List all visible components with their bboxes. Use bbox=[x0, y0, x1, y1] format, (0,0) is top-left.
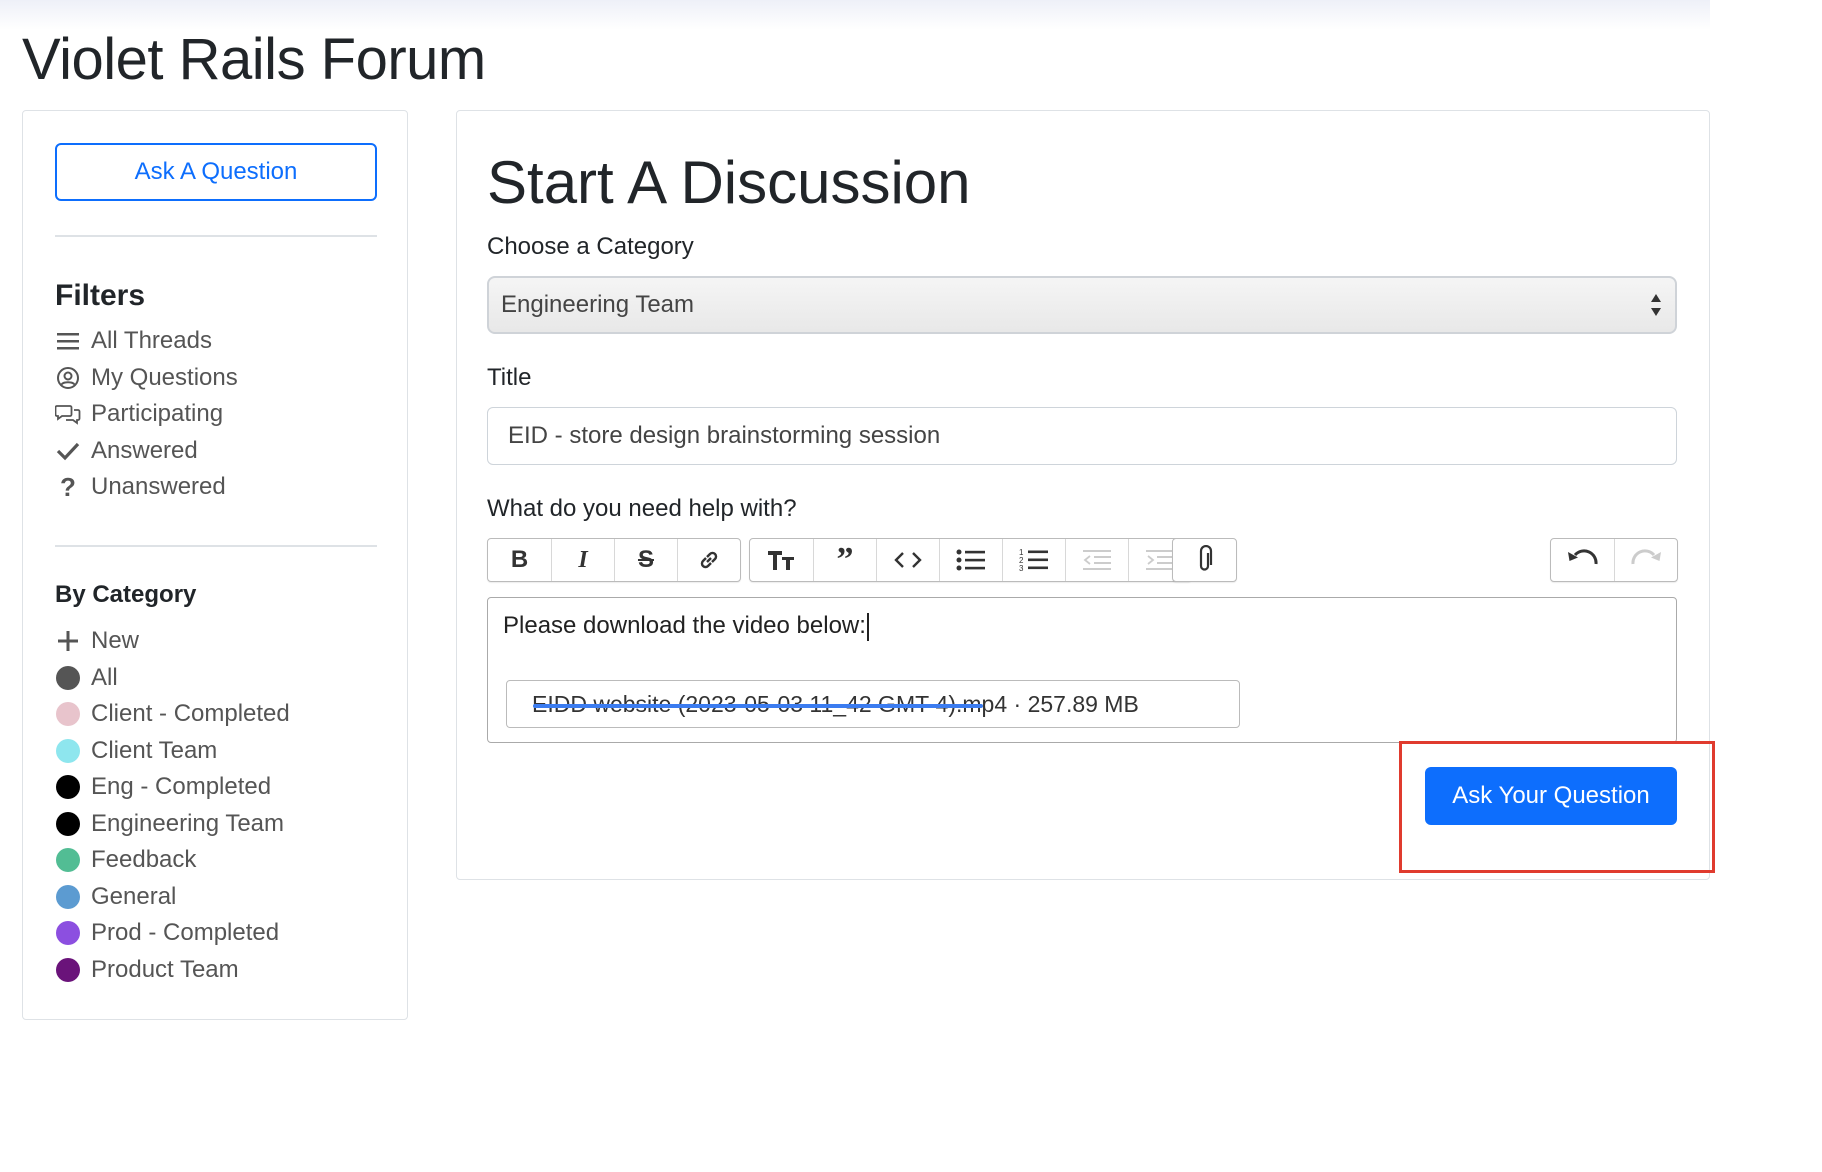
category-label: Product Team bbox=[91, 955, 239, 983]
body-label: What do you need help with? bbox=[487, 495, 797, 522]
forum-title: Violet Rails Forum bbox=[22, 27, 486, 92]
category-label: Feedback bbox=[91, 846, 197, 874]
italic-icon[interactable]: I bbox=[551, 539, 614, 581]
select-arrows-icon bbox=[1651, 294, 1661, 316]
divider bbox=[55, 235, 377, 237]
filter-all-threads[interactable]: All Threads bbox=[55, 323, 238, 360]
category-dot-icon bbox=[56, 957, 80, 982]
discussion-form-card: Start A Discussion Choose a Category Eng… bbox=[456, 110, 1710, 880]
category-dot-icon bbox=[56, 811, 80, 836]
attachment-chip[interactable]: EIDD website (2023-05-03 11_42 GMT-4).mp… bbox=[506, 680, 1240, 728]
filter-label: My Questions bbox=[91, 363, 238, 391]
category-label: Client Team bbox=[91, 736, 218, 764]
link-icon[interactable] bbox=[677, 539, 740, 581]
attach-icon[interactable] bbox=[1173, 539, 1236, 581]
undo-icon[interactable] bbox=[1551, 539, 1614, 581]
strikethrough-icon[interactable]: S bbox=[614, 539, 677, 581]
heading-icon[interactable] bbox=[750, 539, 813, 581]
ask-your-question-button[interactable]: Ask Your Question bbox=[1425, 767, 1677, 825]
category-dot-icon bbox=[56, 884, 80, 909]
category-dot-icon bbox=[56, 738, 80, 763]
bold-icon[interactable]: B bbox=[488, 539, 551, 581]
filter-list: All Threads My Questions Participating A… bbox=[55, 323, 238, 506]
filter-label: Unanswered bbox=[91, 473, 226, 501]
filter-label: Participating bbox=[91, 400, 224, 428]
page-title: Start A Discussion bbox=[487, 149, 971, 216]
decrease-indent-icon[interactable] bbox=[1065, 539, 1128, 581]
code-icon[interactable] bbox=[876, 539, 939, 581]
filter-answered[interactable]: Answered bbox=[55, 433, 238, 470]
chat-bubbles-icon bbox=[55, 401, 81, 427]
category-item-prod-completed[interactable]: Prod - Completed bbox=[55, 915, 290, 952]
title-label: Title bbox=[487, 364, 532, 391]
question-mark-icon: ? bbox=[60, 471, 76, 502]
attachment-toolbar bbox=[1172, 538, 1237, 582]
filter-unanswered[interactable]: ? Unanswered bbox=[55, 469, 238, 506]
editor-content: Please download the video below: bbox=[503, 612, 869, 641]
filter-label: All Threads bbox=[91, 327, 212, 355]
divider bbox=[55, 545, 377, 547]
category-item-general[interactable]: General bbox=[55, 879, 290, 916]
text-format-toolbar: B I S bbox=[487, 538, 741, 582]
filter-label: Answered bbox=[91, 436, 198, 464]
category-item-feedback[interactable]: Feedback bbox=[55, 842, 290, 879]
category-dot-icon bbox=[56, 665, 80, 690]
category-item-engineering-team[interactable]: Engineering Team bbox=[55, 806, 290, 843]
rich-text-editor[interactable]: Please download the video below: EIDD we… bbox=[487, 597, 1677, 743]
category-dot-icon bbox=[56, 848, 80, 873]
category-label: Client - Completed bbox=[91, 700, 290, 728]
quote-icon[interactable]: ” bbox=[813, 539, 876, 581]
block-format-toolbar: ” 123 bbox=[749, 538, 1192, 582]
category-select[interactable]: Engineering Team bbox=[487, 276, 1677, 334]
annotation-strike bbox=[533, 704, 983, 708]
text-caret bbox=[866, 612, 869, 641]
list-icon bbox=[55, 328, 81, 354]
category-label: Choose a Category bbox=[487, 233, 694, 260]
category-label: Engineering Team bbox=[91, 809, 285, 837]
category-label: All bbox=[91, 663, 118, 691]
redo-icon[interactable] bbox=[1614, 539, 1677, 581]
category-item-client-completed[interactable]: Client - Completed bbox=[55, 696, 290, 733]
bullet-list-icon[interactable] bbox=[939, 539, 1002, 581]
category-item-eng-completed[interactable]: Eng - Completed bbox=[55, 769, 290, 806]
plus-icon bbox=[55, 628, 81, 654]
user-circle-icon bbox=[55, 365, 81, 391]
category-list: New All Client - Completed Client Team E… bbox=[55, 623, 290, 988]
numbered-list-icon[interactable]: 123 bbox=[1002, 539, 1065, 581]
category-label: New bbox=[91, 627, 140, 655]
title-input[interactable]: EID - store design brainstorming session bbox=[487, 407, 1677, 465]
sidebar: Ask A Question Filters All Threads My Qu… bbox=[22, 110, 408, 1020]
filter-my-questions[interactable]: My Questions bbox=[55, 360, 238, 397]
filters-heading: Filters bbox=[55, 279, 146, 312]
category-dot-icon bbox=[56, 702, 80, 727]
editor-body-text: Please download the video below: bbox=[503, 612, 866, 639]
category-item-client-team[interactable]: Client Team bbox=[55, 733, 290, 770]
category-label: General bbox=[91, 882, 177, 910]
category-heading: By Category bbox=[55, 581, 197, 608]
category-dot-icon bbox=[56, 921, 80, 946]
category-select-value: Engineering Team bbox=[501, 291, 695, 318]
ask-a-question-button[interactable]: Ask A Question bbox=[55, 143, 377, 201]
svg-text:3: 3 bbox=[1019, 564, 1024, 573]
category-item-product-team[interactable]: Product Team bbox=[55, 952, 290, 989]
history-toolbar bbox=[1550, 538, 1678, 582]
category-item-all[interactable]: All bbox=[55, 660, 290, 697]
category-label: Prod - Completed bbox=[91, 919, 280, 947]
category-item-new[interactable]: New bbox=[55, 623, 290, 660]
category-dot-icon bbox=[56, 775, 80, 800]
category-label: Eng - Completed bbox=[91, 773, 272, 801]
filter-participating[interactable]: Participating bbox=[55, 396, 238, 433]
checkmark-icon bbox=[55, 438, 81, 464]
